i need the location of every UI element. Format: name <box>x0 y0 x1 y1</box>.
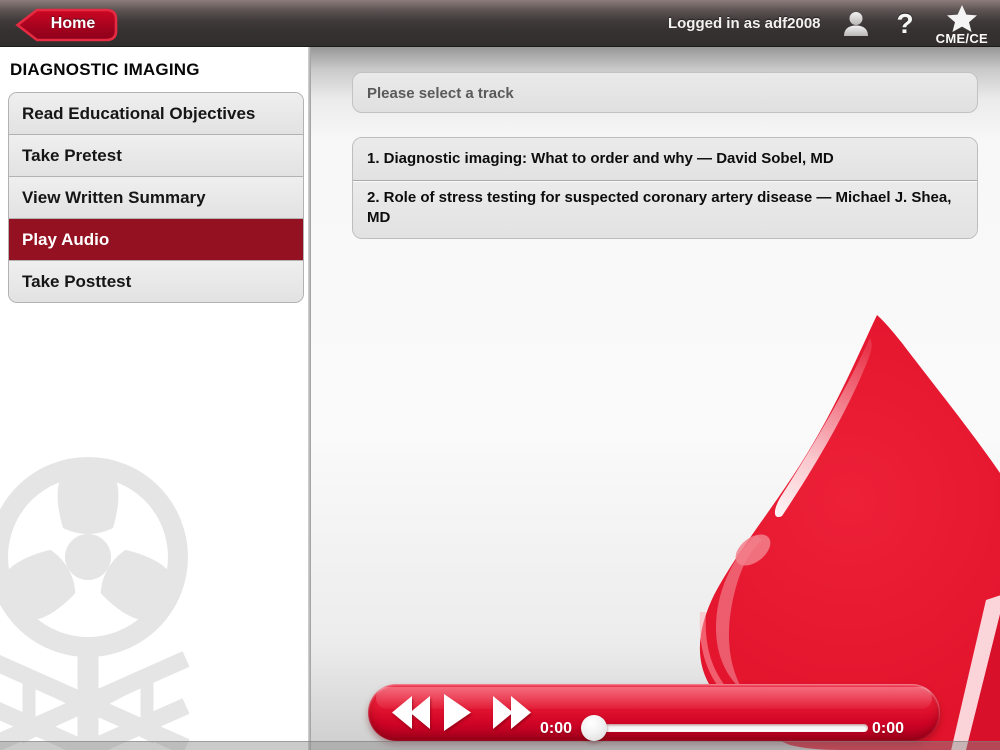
top-bar-right: Logged in as adf2008 ? CME/CE <box>668 0 994 47</box>
track-item-1[interactable]: 1. Diagnostic imaging: What to order and… <box>353 138 977 181</box>
course-title: DIAGNOSTIC IMAGING <box>10 60 200 79</box>
menu-item-take-pretest[interactable]: Take Pretest <box>9 135 303 177</box>
menu-item-take-posttest[interactable]: Take Posttest <box>9 261 303 302</box>
menu-item-read-objectives[interactable]: Read Educational Objectives <box>9 93 303 135</box>
audio-player: 0:00 0:00 <box>368 684 940 741</box>
course-menu: Read Educational Objectives Take Pretest… <box>8 92 304 303</box>
cmece-label: CME/CE <box>935 31 988 46</box>
play-button[interactable] <box>444 694 471 731</box>
logged-in-text: Logged in as adf2008 <box>667 15 821 32</box>
track-prompt: Please select a track <box>352 72 978 113</box>
home-button-label: Home <box>50 15 96 32</box>
elapsed-time: 0:00 <box>539 720 572 737</box>
user-icon[interactable] <box>841 9 871 39</box>
fast-forward-button[interactable] <box>493 696 531 729</box>
play-icon <box>444 694 471 731</box>
watermark-emblem-icon <box>0 457 190 750</box>
rewind-button[interactable] <box>392 696 430 729</box>
fast-forward-icon <box>493 696 531 729</box>
progress-thumb[interactable] <box>581 715 607 741</box>
question-mark-icon[interactable]: ? <box>897 9 914 38</box>
panel-divider <box>308 47 311 750</box>
progress-track[interactable] <box>594 724 868 732</box>
main-panel: Please select a track 1. Diagnostic imag… <box>311 47 1000 750</box>
menu-item-play-audio[interactable]: Play Audio <box>9 219 303 261</box>
duration-time: 0:00 <box>872 720 905 737</box>
track-item-2[interactable]: 2. Role of stress testing for suspected … <box>353 181 977 238</box>
home-button[interactable]: Home <box>14 8 120 42</box>
top-bar: Home Logged in as adf2008 ? CME/CE <box>0 0 1000 47</box>
cmece-button[interactable]: CME/CE <box>936 0 988 47</box>
track-list: 1. Diagnostic imaging: What to order and… <box>352 137 978 239</box>
rewind-icon <box>392 696 430 729</box>
menu-item-view-summary[interactable]: View Written Summary <box>9 177 303 219</box>
star-icon <box>946 5 977 32</box>
app-screen: Home Logged in as adf2008 ? CME/CE DIAGN… <box>0 0 1000 750</box>
bottom-shadow <box>0 741 1000 750</box>
